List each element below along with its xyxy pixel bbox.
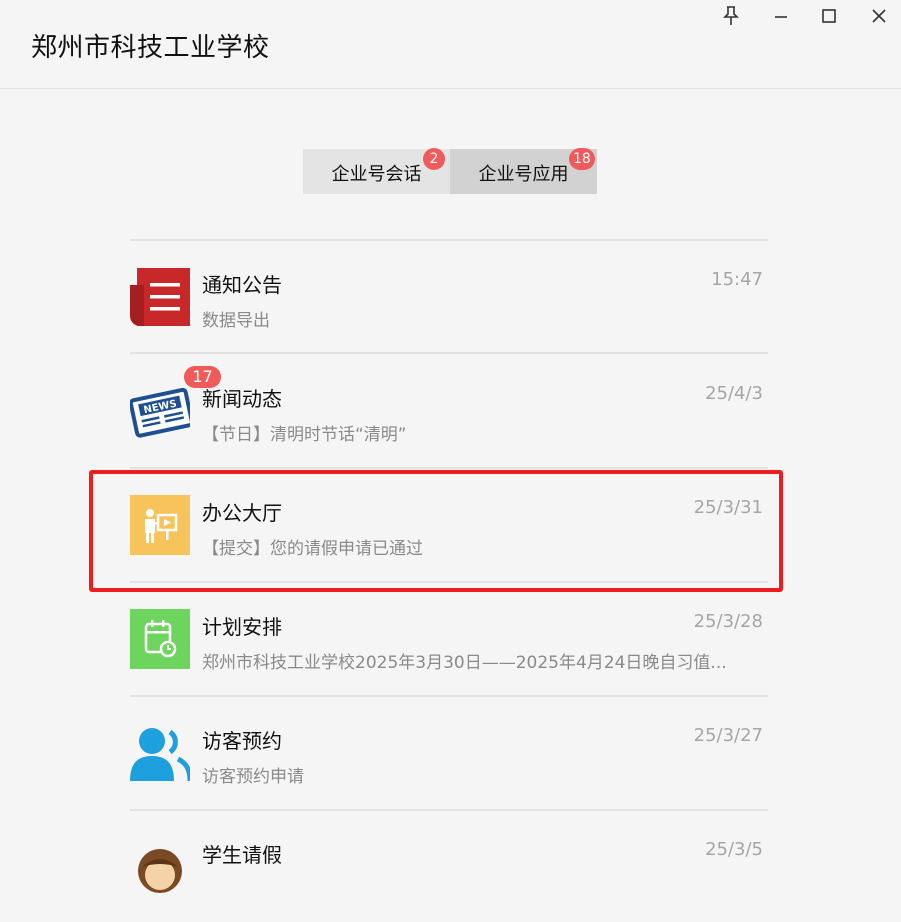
pin-button[interactable] [717,2,745,30]
student-leave-icon [138,849,182,893]
item-subtitle: 访客预约申请 [202,767,304,787]
list-item-notice[interactable]: 通知公告 数据导出 15:47 [130,240,768,352]
item-time: 25/3/31 [693,497,763,518]
calendar-icon [130,609,190,669]
visitor-icon [130,728,190,782]
list-item-visitor[interactable]: 访客预约 访客预约申请 25/3/27 [130,696,768,808]
item-title: 访客预约 [202,729,282,753]
notice-icon [130,268,190,326]
item-subtitle: 【节日】清明时节话“清明” [202,425,407,445]
list-item-news[interactable]: NEWS 新闻动态 【节日】清明时节话“清明” 25/4/3 17 [130,354,768,466]
news-icon: NEWS [130,387,190,438]
pin-icon [723,6,739,25]
title-bar: 郑州市科技工业学校 [0,0,901,89]
minimize-button[interactable] [767,2,795,30]
close-button[interactable] [865,2,893,30]
item-time: 25/3/5 [705,839,763,860]
maximize-icon [822,9,836,23]
item-title: 学生请假 [202,843,282,867]
tab-bar: 企业号会话 2 企业号应用 18 [303,148,597,194]
list-item-office-hall[interactable]: 办公大厅 【提交】您的请假申请已通过 25/3/31 [130,468,768,580]
item-time: 25/4/3 [705,383,763,404]
item-subtitle: 【提交】您的请假申请已通过 [202,539,423,559]
tab-label: 企业号会话 [331,163,422,185]
item-title: 办公大厅 [202,501,282,525]
list-item-student-leave[interactable]: 学生请假 25/3/5 [130,810,768,922]
unread-badge: 17 [184,366,221,388]
close-icon [872,9,886,23]
office-hall-icon [130,495,190,555]
unread-badge: 2 [423,148,445,170]
tab-enterprise-chat[interactable]: 企业号会话 2 [303,148,450,194]
item-time: 25/3/27 [693,725,763,746]
item-title: 计划安排 [202,615,282,639]
minimize-icon [775,16,787,18]
item-title: 通知公告 [202,273,282,297]
list-item-plan[interactable]: 计划安排 郑州市科技工业学校2025年3月30日——2025年4月24日晚自习值… [130,582,768,694]
item-subtitle: 数据导出 [202,311,270,331]
unread-badge: 18 [569,148,595,170]
window-title: 郑州市科技工业学校 [31,33,270,63]
item-subtitle: 郑州市科技工业学校2025年3月30日——2025年4月24日晚自习值... [202,653,727,673]
tab-enterprise-apps[interactable]: 企业号应用 18 [450,148,597,194]
maximize-button[interactable] [815,2,843,30]
item-time: 25/3/28 [693,611,763,632]
tab-label: 企业号应用 [478,163,569,185]
item-title: 新闻动态 [202,387,282,411]
item-time: 15:47 [711,269,763,290]
